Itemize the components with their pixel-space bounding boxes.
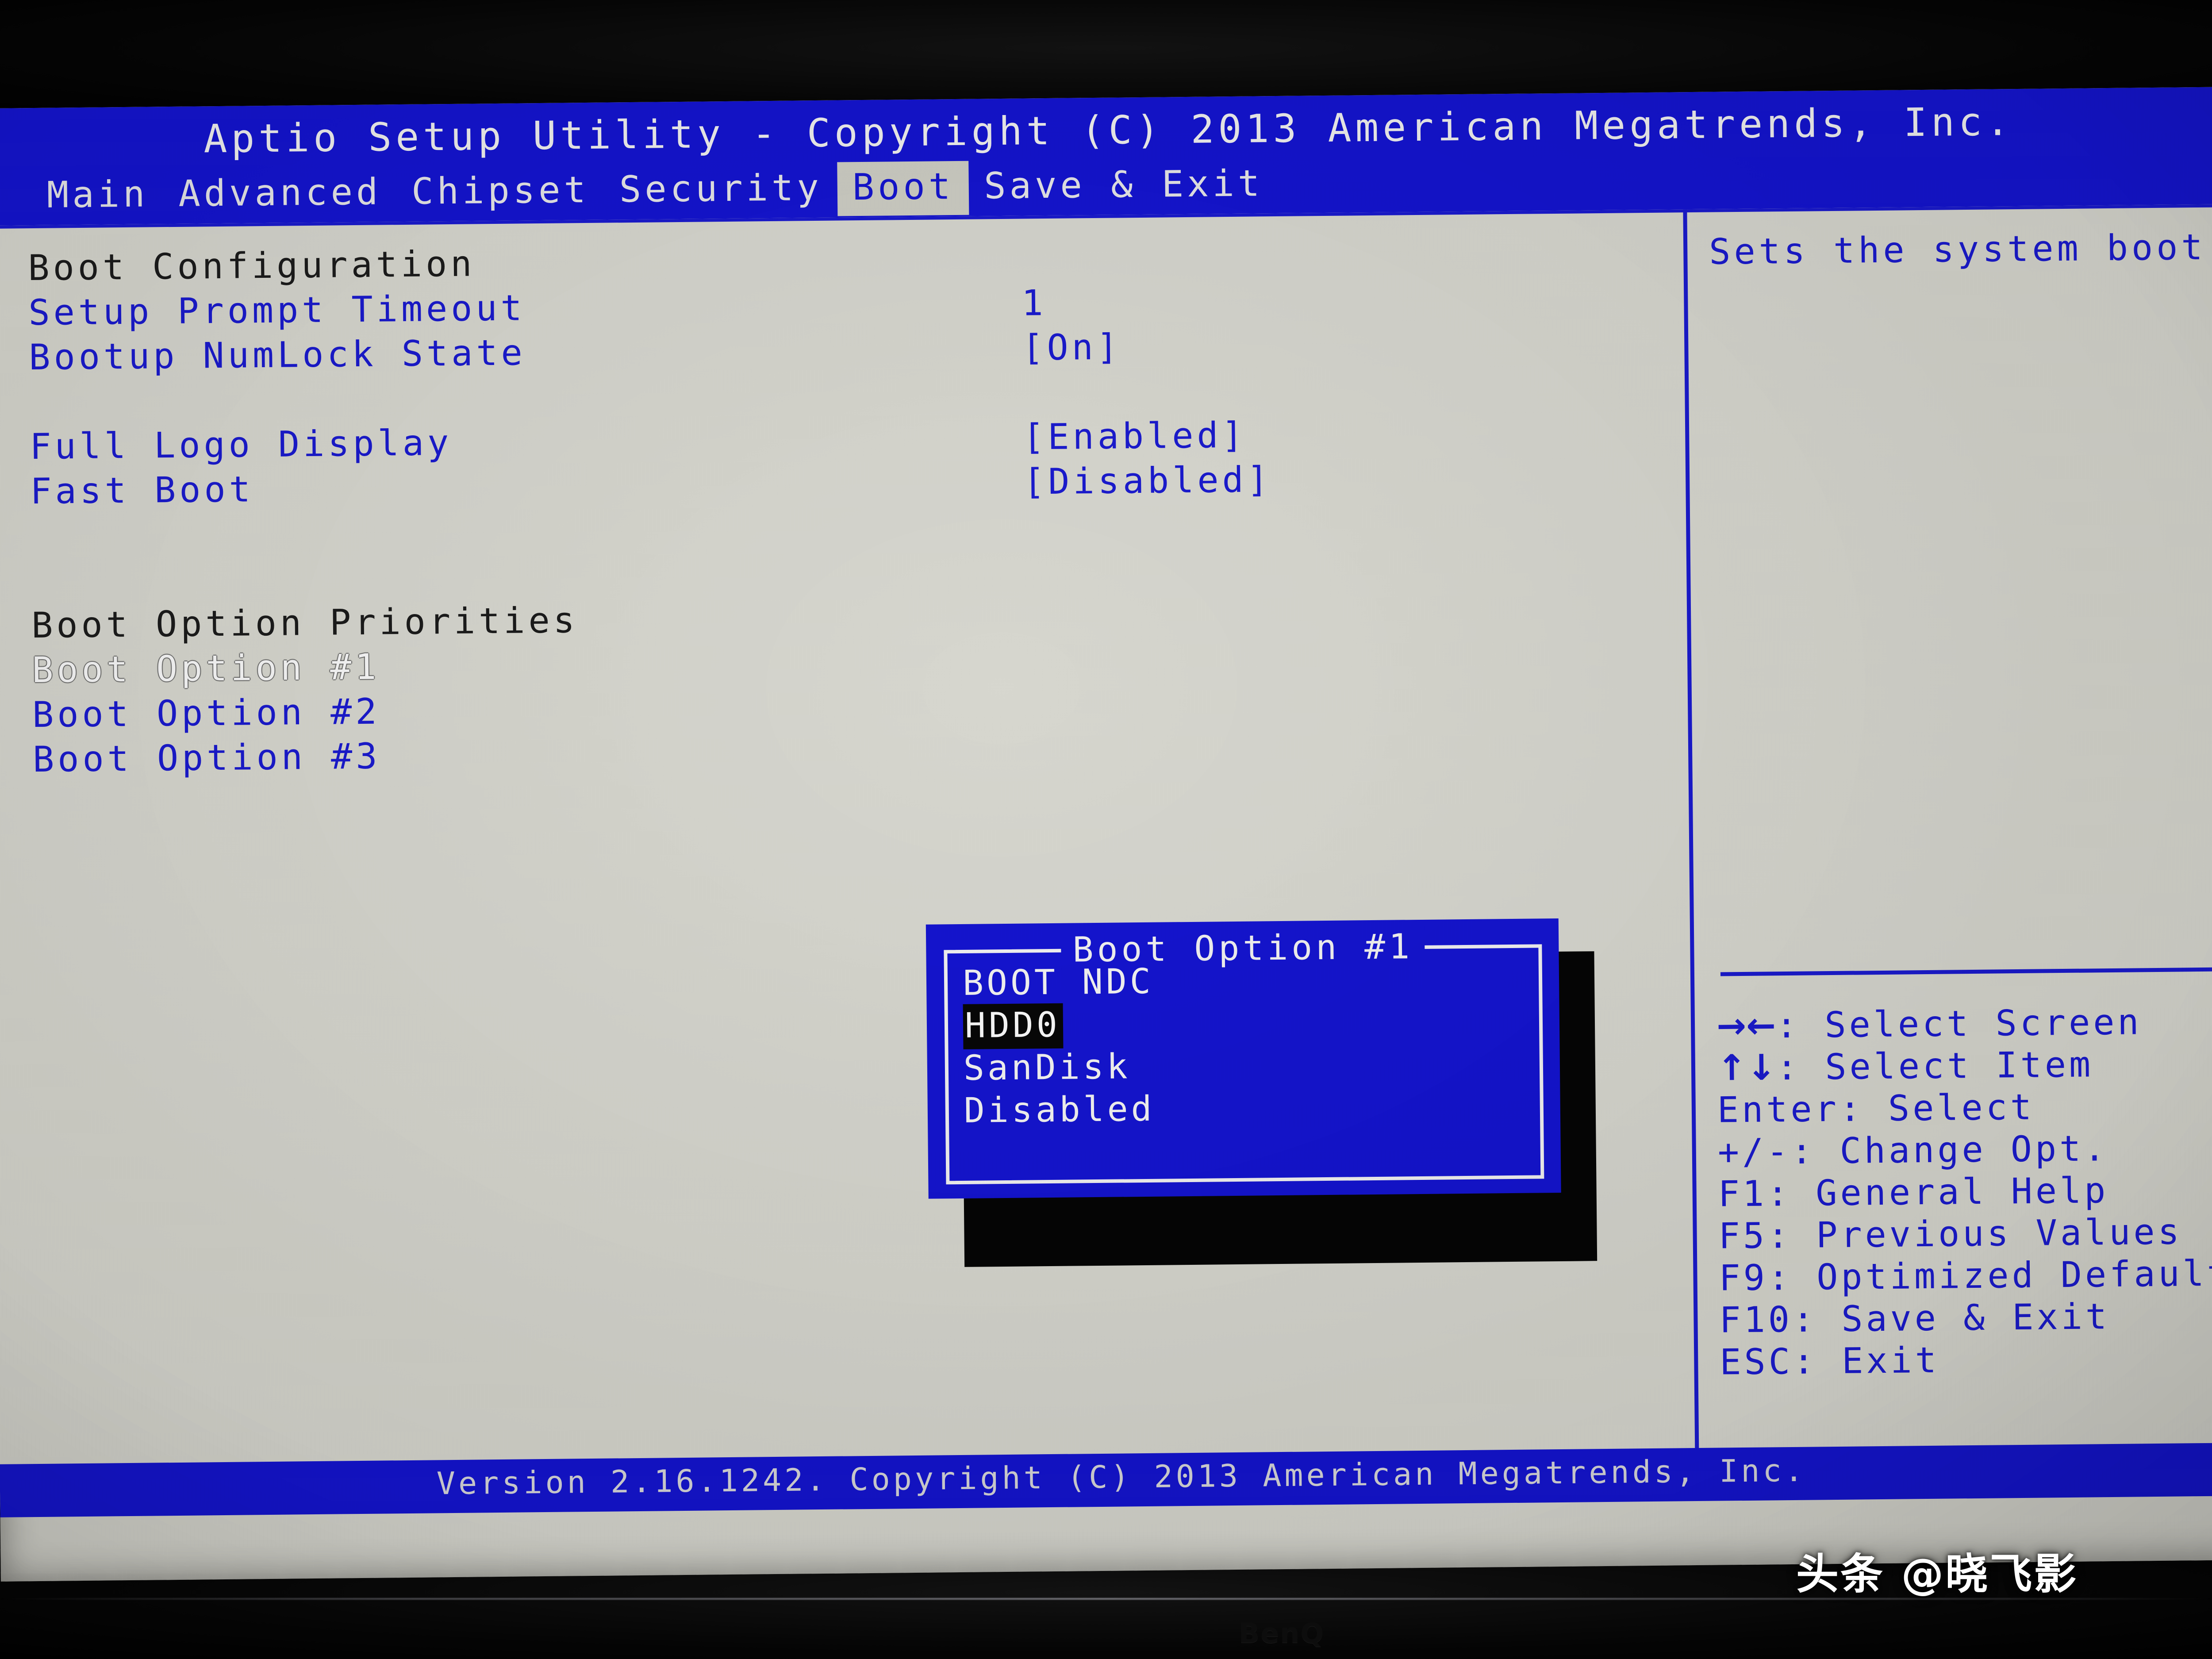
bios-body: Boot Configuration Setup Prompt Timeout … — [0, 204, 2212, 1464]
tab-save-exit[interactable]: Save & Exit — [969, 158, 1279, 215]
monitor-photo: BenQ Aptio Setup Utility - Copyright (C)… — [0, 0, 2212, 1659]
key-legend-save-exit: F10: Save & Exit — [1719, 1294, 2212, 1341]
key-legend-text: : Select Item — [1776, 1044, 2094, 1088]
settings-pane: Boot Configuration Setup Prompt Timeout … — [28, 232, 1643, 783]
key-legend-exit: ESC: Exit — [1720, 1336, 2212, 1383]
popup-option-boot-ndc[interactable]: BOOT NDC — [963, 957, 1535, 1005]
benq-logo: BenQ — [1239, 1617, 1325, 1649]
tab-chipset[interactable]: Chipset — [396, 165, 605, 221]
section-title: Boot Configuration — [28, 243, 476, 288]
popup-option-label-selected: HDD0 — [963, 1003, 1064, 1049]
boot-option-label: Boot Option #2 — [32, 691, 380, 736]
tab-advanced[interactable]: Advanced — [163, 166, 397, 223]
key-legend-optimized-defaults: F9: Optimized Defaults — [1719, 1252, 2212, 1299]
setting-value[interactable]: 1 — [1022, 282, 1047, 324]
popup-option-label: Disabled — [964, 1089, 1155, 1131]
section-title: Boot Option Priorities — [31, 599, 578, 646]
page-title: Aptio Setup Utility - Copyright (C) 2013… — [0, 96, 2212, 164]
pane-divider — [1683, 209, 1699, 1448]
arrow-up-down-icon: ↑↓ — [1717, 1047, 1777, 1088]
arrow-left-right-icon: →← — [1717, 1005, 1776, 1046]
key-legend-enter-select: Enter: Select — [1717, 1084, 2212, 1131]
key-legend-pane: →←: Select Screen ↑↓: Select Item Enter:… — [1717, 1000, 2212, 1383]
popup-option-list: BOOT NDC HDD0 SanDisk Disabled — [963, 957, 1536, 1132]
help-description-text: Sets the system boot — [1709, 226, 2212, 276]
help-divider — [1720, 967, 2212, 976]
setting-label: Bootup NumLock State — [29, 332, 526, 378]
watermark: 头条 @晓飞影 — [1796, 1540, 2078, 1601]
setting-label: Fast Boot — [30, 469, 254, 512]
help-description-pane: Sets the system boot — [1709, 226, 2212, 276]
bios-screen: Aptio Setup Utility - Copyright (C) 2013… — [0, 87, 2212, 1582]
popup-option-label: SanDisk — [963, 1047, 1131, 1088]
setting-value[interactable]: [Disabled] — [1023, 459, 1272, 502]
popup-option-sandisk[interactable]: SanDisk — [963, 1042, 1535, 1090]
boot-option-label: Boot Option #3 — [33, 736, 381, 780]
setting-value[interactable]: [Enabled] — [1023, 415, 1247, 458]
setting-label: Full Logo Display — [30, 422, 453, 467]
popup-option-label: BOOT NDC — [963, 962, 1154, 1003]
key-legend-text: : Select Screen — [1776, 1001, 2142, 1046]
tab-boot[interactable]: Boot — [837, 161, 969, 216]
setting-label: Setup Prompt Timeout — [28, 287, 526, 333]
key-legend-select-item: ↑↓: Select Item — [1717, 1042, 2212, 1089]
boot-option-label: Boot Option #1 — [32, 646, 380, 691]
setting-value[interactable]: [On] — [1022, 326, 1122, 368]
tab-strip: Main Advanced Chipset Security Boot Save… — [31, 158, 1278, 219]
key-legend-general-help: F1: General Help — [1718, 1168, 2212, 1215]
key-legend-select-screen: →←: Select Screen — [1717, 1000, 2212, 1047]
boot-option-popup[interactable]: Boot Option #1 BOOT NDC HDD0 SanDisk — [926, 918, 1561, 1199]
key-legend-previous-values: F5: Previous Values — [1718, 1210, 2212, 1257]
tab-main[interactable]: Main — [31, 169, 164, 224]
bios-title-bar: Aptio Setup Utility - Copyright (C) 2013… — [0, 87, 2212, 226]
key-legend-change-opt: +/-: Change Opt. — [1717, 1126, 2212, 1173]
popup-option-hdd0[interactable]: HDD0 — [963, 999, 1535, 1047]
tab-security[interactable]: Security — [604, 162, 837, 219]
popup-border: Boot Option #1 BOOT NDC HDD0 SanDisk — [944, 944, 1544, 1184]
popup-option-disabled[interactable]: Disabled — [964, 1084, 1536, 1132]
